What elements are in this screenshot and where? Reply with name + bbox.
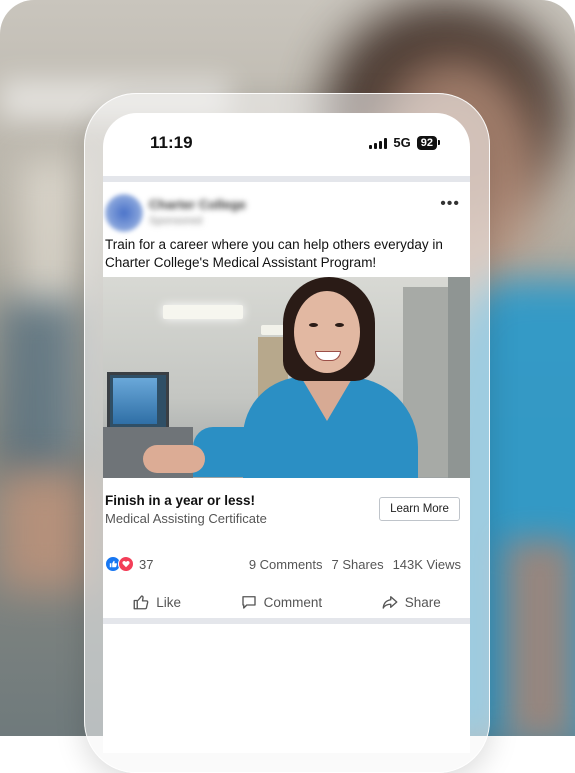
battery-tip	[438, 140, 440, 145]
status-time: 11:19	[150, 133, 193, 152]
share-label: Share	[404, 594, 441, 610]
bg-hand	[0, 470, 90, 590]
share-icon	[382, 596, 398, 609]
post-stats: 37 9 Comments 7 Shares 143K Views	[103, 555, 470, 575]
shares-count[interactable]: 7 Shares	[332, 557, 384, 572]
battery-level: 92	[416, 135, 437, 150]
image-monitor-screen	[113, 378, 157, 424]
post-image[interactable]	[103, 277, 470, 478]
comment-button[interactable]: Comment	[240, 593, 323, 611]
image-eye-left	[309, 323, 318, 327]
cta-subtitle: Medical Assisting Certificate	[105, 511, 267, 526]
comments-count[interactable]: 9 Comments	[249, 557, 323, 572]
share-button[interactable]: Share	[381, 593, 441, 611]
feed-separator	[103, 176, 470, 182]
engagement-stats: 9 Comments 7 Shares 143K Views	[249, 557, 461, 572]
love-reaction-icon	[118, 556, 134, 572]
more-icon[interactable]: •••	[440, 195, 460, 213]
battery-icon: 92	[416, 135, 440, 150]
status-bar: 11:19 5G 92	[103, 113, 470, 173]
cta-headline: Finish in a year or less!	[105, 493, 256, 508]
post-text: Train for a career where you can help ot…	[105, 237, 443, 270]
image-ceiling-light	[163, 305, 243, 319]
like-button[interactable]: Like	[132, 593, 181, 611]
network-type: 5G	[393, 135, 411, 150]
comment-label: Comment	[263, 594, 323, 610]
feed-separator-bottom	[103, 618, 470, 624]
views-count: 143K Views	[392, 557, 461, 572]
page-name[interactable]: Charter College	[149, 197, 246, 212]
signal-icon	[369, 137, 388, 149]
bg-arm	[505, 540, 575, 736]
image-cabinet-2	[448, 277, 470, 478]
reaction-count: 37	[139, 556, 154, 572]
sponsored-label: Sponsored	[149, 215, 203, 227]
image-hand	[143, 445, 205, 473]
post-header: Charter College Sponsored •••	[103, 189, 470, 233]
learn-more-button[interactable]: Learn More	[379, 497, 460, 521]
comment-icon	[241, 596, 256, 609]
phone-screen: 11:19 5G 92 Charter College Sponsored ••…	[103, 113, 470, 753]
image-vneck	[301, 377, 353, 421]
reactions-summary[interactable]: 37	[105, 556, 153, 572]
status-indicators: 5G 92	[369, 135, 440, 150]
bg-monitor	[0, 300, 80, 480]
post-actions: Like Comment Share	[103, 589, 470, 615]
thumbs-up-icon	[133, 595, 149, 610]
like-label: Like	[156, 594, 182, 610]
page-avatar[interactable]	[105, 194, 143, 232]
image-eye-right	[335, 323, 344, 327]
